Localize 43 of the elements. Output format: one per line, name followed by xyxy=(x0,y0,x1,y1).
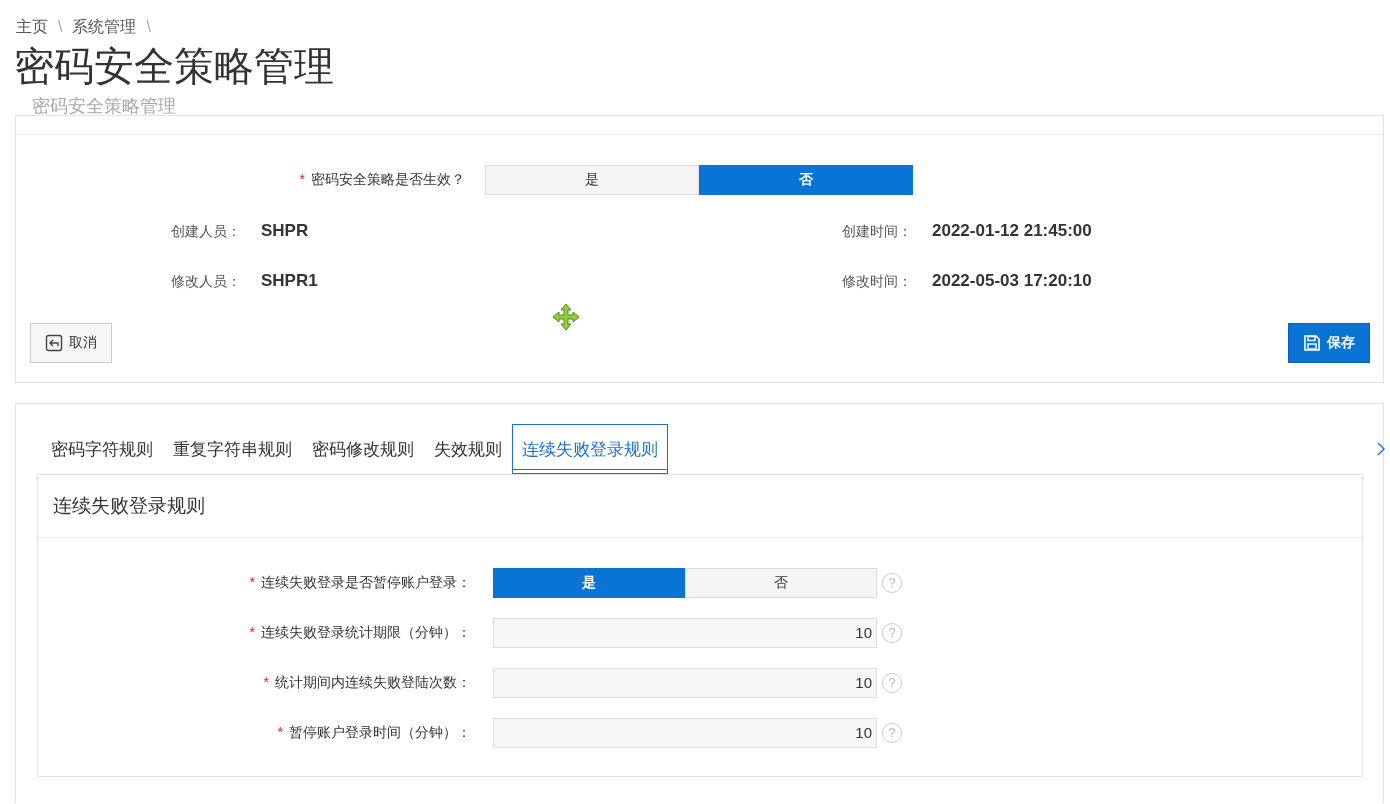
tab[interactable]: 连续失败登录规则 xyxy=(512,424,668,474)
tab[interactable]: 密码字符规则 xyxy=(41,424,163,474)
info-value: 2022-05-03 17:20:10 xyxy=(932,270,1093,292)
toggle-option[interactable]: 是 xyxy=(493,568,685,598)
cancel-button[interactable]: 取消 xyxy=(30,323,112,363)
number-field[interactable]: 10 xyxy=(493,718,877,748)
chevron-right-icon[interactable] xyxy=(1377,442,1385,456)
toggle-option[interactable]: 否 xyxy=(699,165,913,195)
required-mark: * xyxy=(277,724,283,740)
back-icon xyxy=(45,334,63,352)
field-label: 暂停账户登录时间（分钟）： xyxy=(289,724,471,740)
toggle-option[interactable]: 是 xyxy=(485,165,699,195)
field-label: 连续失败登录统计期限（分钟）： xyxy=(261,624,471,640)
info-value: SHPR xyxy=(261,220,310,242)
required-mark: * xyxy=(249,624,255,640)
required-mark: * xyxy=(263,674,269,690)
info-label: 修改时间： xyxy=(841,272,912,291)
card-title: 连续失败登录规则 xyxy=(53,494,205,518)
number-field[interactable]: 10 xyxy=(493,618,877,648)
info-label: 修改人员： xyxy=(170,272,241,291)
field-label: 密码安全策略是否生效？ xyxy=(311,171,465,187)
save-icon xyxy=(1303,334,1321,352)
move-cursor-icon xyxy=(552,303,580,331)
tab[interactable]: 失效规则 xyxy=(424,424,512,474)
field-label: 统计期间内连续失败登陆次数： xyxy=(275,674,471,690)
page-title: 密码安全策略管理 xyxy=(13,43,335,90)
required-mark: * xyxy=(249,574,255,590)
tab[interactable]: 密码修改规则 xyxy=(302,424,424,474)
breadcrumb-link[interactable]: 主页 xyxy=(16,16,48,38)
breadcrumb-separator: \ xyxy=(146,18,151,36)
save-button[interactable]: 保存 xyxy=(1288,323,1370,363)
info-value: 2022-01-12 21:45:00 xyxy=(932,220,1093,242)
breadcrumb-link[interactable]: 系统管理 xyxy=(72,16,137,38)
panel-title: 密码安全策略管理 xyxy=(32,95,176,118)
toggle-option[interactable]: 否 xyxy=(685,568,877,598)
info-value: SHPR1 xyxy=(261,270,319,292)
breadcrumb-separator: \ xyxy=(58,18,63,36)
required-mark: * xyxy=(299,171,305,187)
info-label: 创建时间： xyxy=(841,222,912,241)
info-label: 创建人员： xyxy=(170,222,241,241)
field-label: 连续失败登录是否暂停账户登录： xyxy=(261,574,471,590)
tab[interactable]: 重复字符串规则 xyxy=(163,424,302,474)
number-field[interactable]: 10 xyxy=(493,668,877,698)
